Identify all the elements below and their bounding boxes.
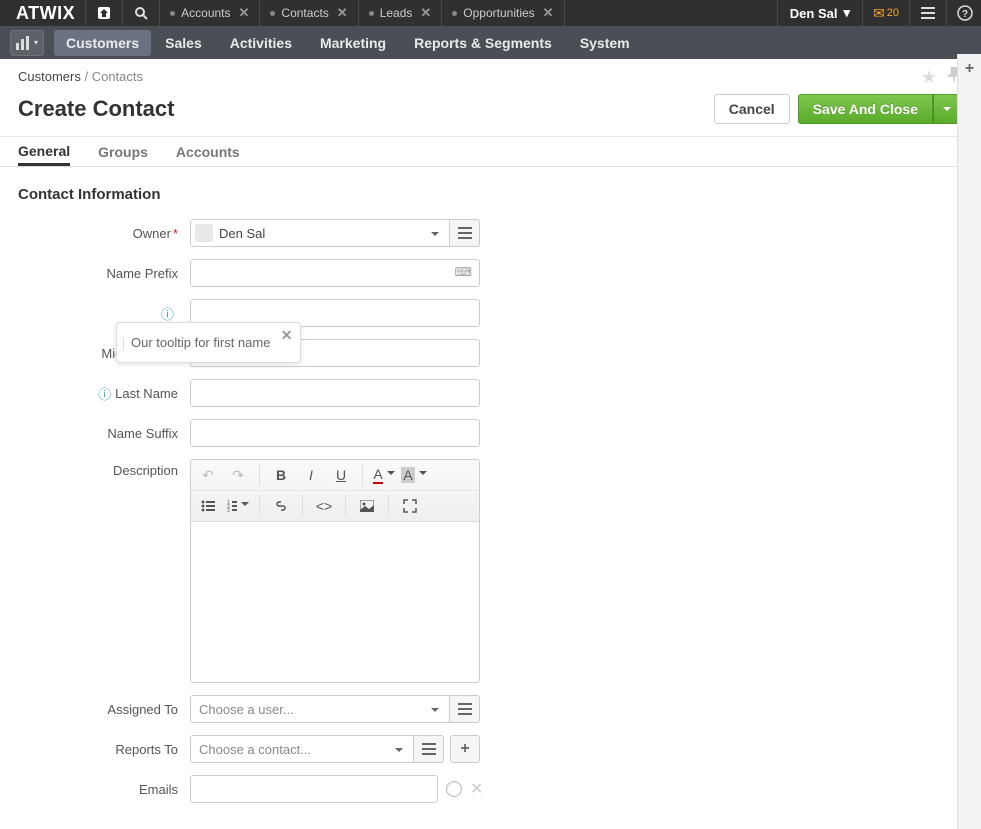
text-color-icon[interactable]: A <box>373 464 395 486</box>
reports-to-dropdown[interactable]: Choose a contact... <box>190 735 414 763</box>
nav-activities[interactable]: Activities <box>216 26 306 59</box>
fullscreen-icon[interactable] <box>399 495 421 517</box>
search-icon[interactable] <box>129 3 153 23</box>
nav-system[interactable]: System <box>566 26 644 59</box>
link-icon[interactable] <box>270 495 292 517</box>
bg-color-icon[interactable]: A <box>403 464 425 486</box>
main-nav: ▾ Customers Sales Activities Marketing R… <box>0 26 981 59</box>
hamburger-icon[interactable] <box>916 3 940 23</box>
tab-label: Accounts <box>181 6 230 20</box>
user-menu[interactable]: Den Sal▾ <box>777 0 862 26</box>
assigned-to-label: Assigned To <box>107 702 178 717</box>
nav-marketing[interactable]: Marketing <box>306 26 400 59</box>
cancel-button[interactable]: Cancel <box>714 94 790 124</box>
close-icon[interactable]: ✕ <box>239 5 250 21</box>
description-textarea[interactable] <box>191 522 479 682</box>
tab-label: Contacts <box>281 6 328 20</box>
owner-value: Den Sal <box>219 226 265 241</box>
email-input[interactable] <box>190 775 438 803</box>
help-icon[interactable]: ? <box>953 3 977 23</box>
tab-contacts[interactable]: Contacts ✕ <box>260 0 358 26</box>
tab-opportunities[interactable]: Opportunities ✕ <box>442 0 564 26</box>
tab-leads[interactable]: Leads ✕ <box>359 0 443 26</box>
brand-logo: ATWIX <box>6 3 85 24</box>
bullet-list-icon[interactable] <box>197 495 219 517</box>
close-icon[interactable]: ✕ <box>420 5 431 21</box>
add-panel-button[interactable]: + <box>958 54 981 78</box>
numbered-list-icon[interactable]: 123 <box>227 495 249 517</box>
nav-sales[interactable]: Sales <box>151 26 216 59</box>
tab-label: Leads <box>380 6 413 20</box>
name-suffix-label: Name Suffix <box>107 426 178 441</box>
reports-to-label: Reports To <box>115 742 178 757</box>
info-icon[interactable]: ⓘ <box>98 384 111 403</box>
description-editor: ↶ ↷ B I U A A <box>190 459 480 683</box>
reports-to-placeholder: Choose a contact... <box>199 742 311 757</box>
undo-icon[interactable]: ↶ <box>197 464 219 486</box>
code-icon[interactable]: <> <box>313 495 335 517</box>
content-scroll[interactable]: Contact Information Owner* Den Sal Name … <box>0 168 957 829</box>
tab-accounts[interactable]: Accounts ✕ <box>160 0 260 26</box>
save-and-close-button[interactable]: Save And Close <box>798 94 933 124</box>
name-prefix-input[interactable] <box>190 259 480 287</box>
tooltip-text: Our tooltip for first name <box>131 335 270 350</box>
description-label: Description <box>113 463 178 478</box>
tooltip-close-icon[interactable]: ✕ <box>281 327 293 344</box>
star-icon[interactable]: ★ <box>921 67 937 88</box>
keyboard-icon: ⌨ <box>455 265 472 279</box>
tab-accounts[interactable]: Accounts <box>176 144 240 166</box>
image-icon[interactable] <box>356 495 378 517</box>
owner-label: Owner <box>133 226 171 241</box>
assigned-to-dropdown[interactable]: Choose a user... <box>190 695 450 723</box>
tooltip: Our tooltip for first name ✕ <box>116 322 301 363</box>
emails-label: Emails <box>139 782 178 797</box>
bold-icon[interactable]: B <box>270 464 292 486</box>
owner-dropdown[interactable]: Den Sal <box>190 219 450 247</box>
tabs: General Groups Accounts <box>0 137 981 167</box>
breadcrumb: Customers / Contacts <box>18 69 961 84</box>
shortcut-icon[interactable] <box>92 3 116 23</box>
avatar-icon <box>195 224 213 242</box>
assigned-to-placeholder: Choose a user... <box>199 702 294 717</box>
page-header: ★ Customers / Contacts Create Contact Ca… <box>0 59 981 137</box>
right-sidebar: + <box>957 54 981 829</box>
dashboard-icon[interactable]: ▾ <box>10 30 44 56</box>
breadcrumb-parent[interactable]: Customers <box>18 69 81 84</box>
italic-icon[interactable]: I <box>300 464 322 486</box>
email-primary-radio[interactable] <box>446 781 462 797</box>
required-marker: * <box>173 226 178 241</box>
close-icon[interactable]: ✕ <box>337 5 348 21</box>
envelope-icon: ✉ <box>873 5 885 22</box>
name-prefix-label: Name Prefix <box>106 266 178 281</box>
tab-label: Opportunities <box>463 6 534 20</box>
redo-icon[interactable]: ↷ <box>227 464 249 486</box>
tab-general[interactable]: General <box>18 143 70 166</box>
email-remove-icon[interactable]: ✕ <box>470 779 483 799</box>
info-icon[interactable]: ⓘ <box>161 304 174 323</box>
nav-reports-segments[interactable]: Reports & Segments <box>400 26 566 59</box>
notifications-badge[interactable]: ✉20 <box>862 0 909 26</box>
underline-icon[interactable]: U <box>330 464 352 486</box>
tab-groups[interactable]: Groups <box>98 144 148 166</box>
assigned-to-list-button[interactable] <box>450 695 480 723</box>
last-name-input[interactable] <box>190 379 480 407</box>
user-name: Den Sal <box>790 6 838 21</box>
owner-list-button[interactable] <box>450 219 480 247</box>
reports-to-list-button[interactable] <box>414 735 444 763</box>
badge-count: 20 <box>887 7 899 19</box>
page-title: Create Contact <box>18 96 174 122</box>
nav-customers[interactable]: Customers <box>54 30 151 56</box>
svg-text:3: 3 <box>227 508 230 512</box>
section-title: Contact Information <box>18 186 917 203</box>
close-icon[interactable]: ✕ <box>543 5 554 21</box>
reports-to-add-button[interactable]: + <box>450 735 480 763</box>
last-name-label: Last Name <box>115 386 178 401</box>
name-suffix-input[interactable] <box>190 419 480 447</box>
svg-text:?: ? <box>962 9 968 20</box>
breadcrumb-current: Contacts <box>92 69 143 84</box>
topbar: ATWIX Accounts ✕ Contacts ✕ Leads ✕ Opportu… <box>0 0 981 26</box>
